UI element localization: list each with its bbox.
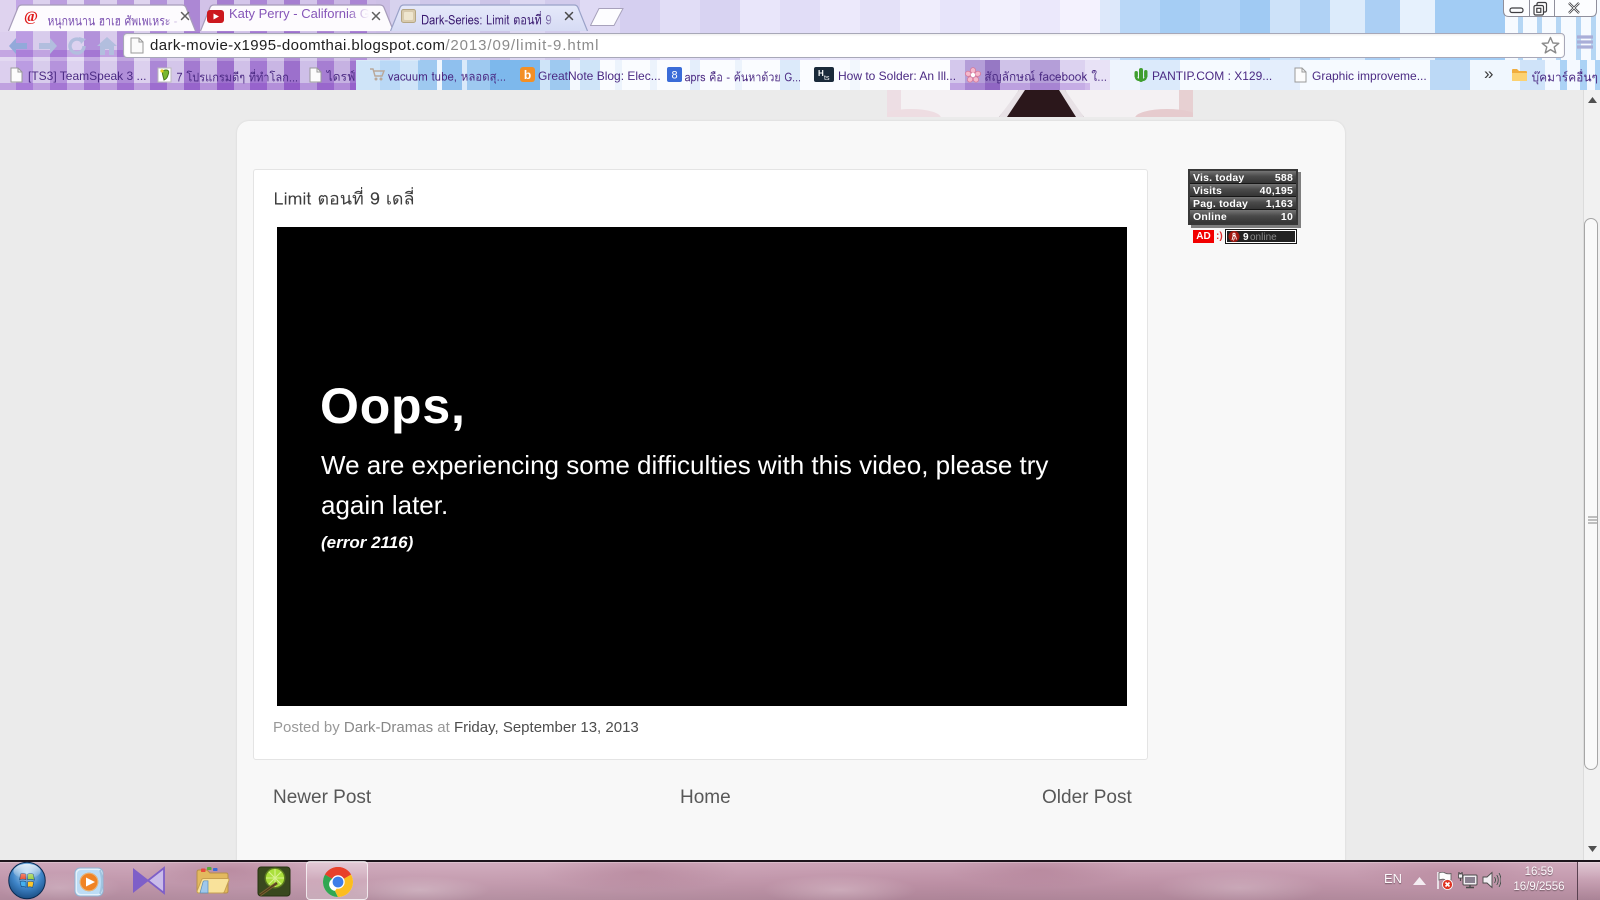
svg-text:8: 8	[671, 70, 677, 82]
svg-text:online: online	[1250, 232, 1277, 242]
svg-text:ts: ts	[824, 75, 830, 82]
svg-text:b: b	[524, 68, 531, 82]
svg-text:9: 9	[1243, 232, 1249, 242]
